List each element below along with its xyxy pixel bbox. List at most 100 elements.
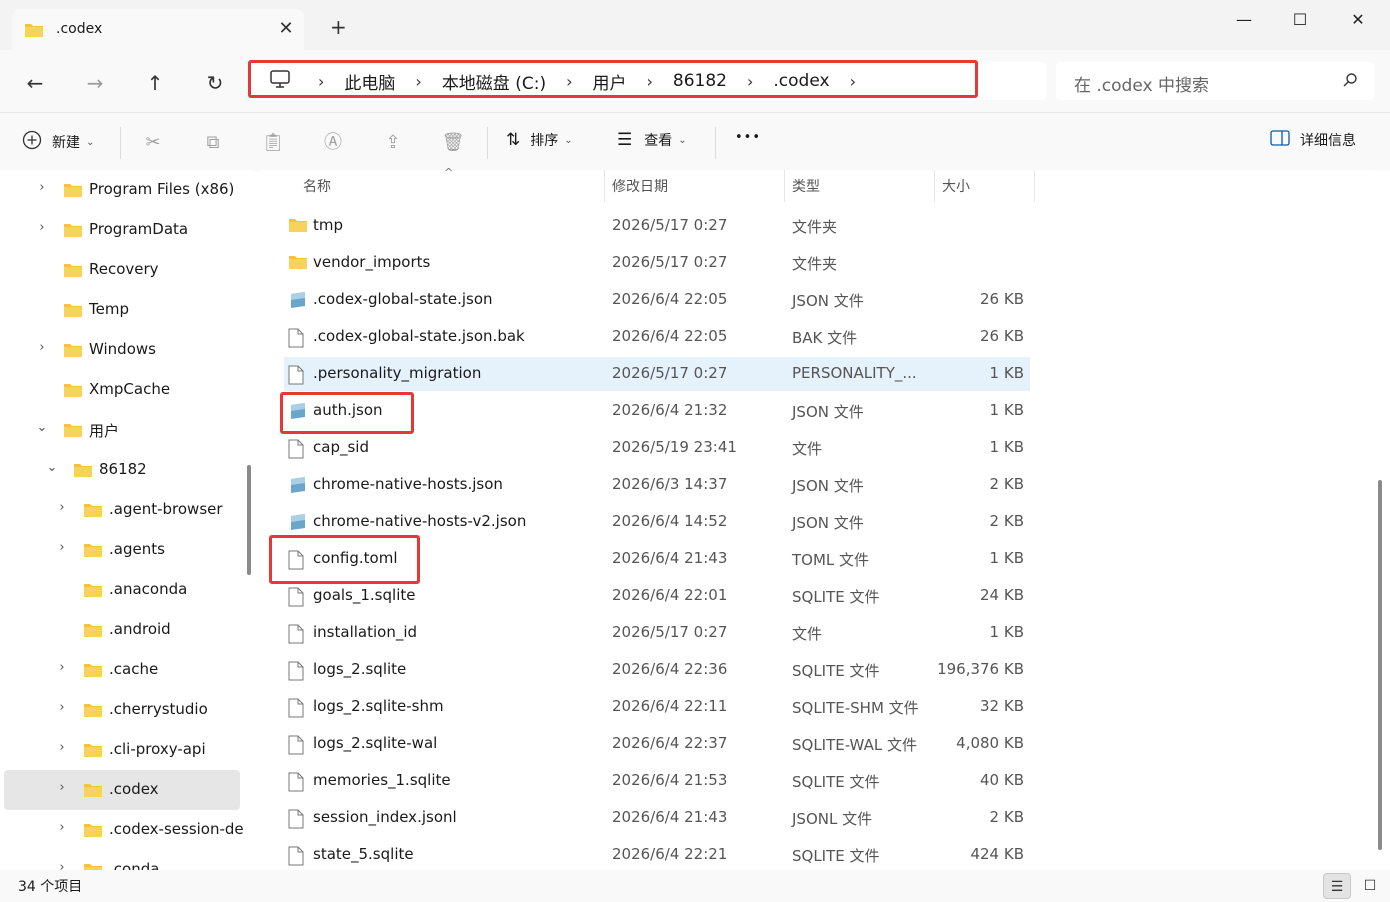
address-bar[interactable]: › 此电脑 › 本地磁盘 (C:) › 用户 › 86182 › .codex … <box>250 62 1046 100</box>
details-button[interactable]: 详细信息 <box>1270 130 1356 150</box>
sidebar-item[interactable]: .android <box>4 610 240 650</box>
sidebar-item[interactable]: XmpCache <box>4 370 240 410</box>
column-divider[interactable] <box>604 170 605 202</box>
file-row[interactable]: vendor_imports 2026/5/17 0:27 文件夹 <box>284 246 1030 280</box>
file-row[interactable]: goals_1.sqlite 2026/6/4 22:01 SQLITE 文件 24 … <box>284 579 1030 613</box>
sidebar-item[interactable]: › .agent-browser <box>4 490 240 530</box>
json-file-icon <box>288 291 308 313</box>
chevron-right-icon[interactable]: › <box>55 780 69 795</box>
copy-icon[interactable]: ⧉ <box>201 131 225 155</box>
new-tab-button[interactable]: + <box>330 17 347 37</box>
chevron-right-icon[interactable]: › <box>55 820 69 835</box>
chevron-right-icon[interactable]: › <box>304 72 338 91</box>
file-row[interactable]: chrome-native-hosts.json 2026/6/3 14:37 JS… <box>284 468 1030 502</box>
breadcrumb-users[interactable]: 用户 <box>587 69 633 94</box>
breadcrumb-codex[interactable]: .codex <box>767 71 835 91</box>
file-row[interactable]: config.toml 2026/6/4 21:43 TOML 文件 1 KB <box>284 542 1030 576</box>
file-row[interactable]: .codex-global-state.json.bak 2026/6/4 22:… <box>284 320 1030 354</box>
chevron-right-icon[interactable]: › <box>836 72 870 91</box>
column-header-date[interactable]: 修改日期 <box>612 176 668 196</box>
file-row[interactable]: logs_2.sqlite 2026/6/4 22:36 SQLITE 文件 196,… <box>284 653 1030 687</box>
minimize-button[interactable]: — <box>1224 6 1264 34</box>
chevron-right-icon[interactable]: › <box>55 860 69 870</box>
file-row[interactable]: tmp 2026/5/17 0:27 文件夹 <box>284 209 1030 243</box>
sidebar-item-label: 86182 <box>99 460 147 478</box>
tab-close-icon[interactable]: ✕ <box>276 18 296 39</box>
computer-icon[interactable] <box>270 69 290 93</box>
close-window-button[interactable]: ✕ <box>1338 6 1378 34</box>
file-row[interactable]: .personality_migration 2026/5/17 0:27 PERS… <box>284 357 1030 391</box>
paste-icon[interactable]: 📋︎ <box>261 131 285 155</box>
sidebar-item[interactable]: › .cache <box>4 650 240 690</box>
chevron-right-icon[interactable]: › <box>55 740 69 755</box>
sidebar-item[interactable]: › .conda <box>4 850 240 870</box>
cut-icon[interactable]: ✂ <box>141 131 165 155</box>
new-button[interactable]: 新建 ⌄ <box>22 130 94 154</box>
sidebar-item[interactable]: › .cherrystudio <box>4 690 240 730</box>
navigation-pane[interactable]: › Program Files (x86) › ProgramData Recovery… <box>0 170 250 870</box>
sidebar-item[interactable]: › .codex <box>4 770 240 810</box>
chevron-right-icon[interactable]: › <box>35 220 49 235</box>
sidebar-item[interactable]: › Windows <box>4 330 240 370</box>
file-row[interactable]: session_index.jsonl 2026/6/4 21:43 JSONL 文… <box>284 801 1030 835</box>
sidebar-item[interactable]: › .agents <box>4 530 240 570</box>
chevron-down-icon[interactable]: ⌄ <box>45 460 59 475</box>
share-icon[interactable]: ⇪ <box>381 131 405 155</box>
tab-codex[interactable]: .codex ✕ <box>12 9 304 50</box>
column-header-size[interactable]: 大小 <box>942 176 970 196</box>
large-icons-view-icon[interactable]: ☐ <box>1356 873 1384 899</box>
delete-icon[interactable]: 🗑︎ <box>441 131 465 155</box>
file-row[interactable]: memories_1.sqlite 2026/6/4 21:53 SQLITE 文件… <box>284 764 1030 798</box>
file-list-scrollbar[interactable] <box>1378 480 1382 850</box>
search-box[interactable]: 在 .codex 中搜索 <box>1056 62 1374 100</box>
file-row[interactable]: chrome-native-hosts-v2.json 2026/6/4 14:5… <box>284 505 1030 539</box>
view-button[interactable]: ☰ 查看 ⌄ <box>617 130 687 150</box>
column-divider[interactable] <box>784 170 785 202</box>
file-row[interactable]: logs_2.sqlite-shm 2026/6/4 22:11 SQLITE-SH… <box>284 690 1030 724</box>
file-row[interactable]: auth.json 2026/6/4 21:32 JSON 文件 1 KB <box>284 394 1030 428</box>
file-row[interactable]: logs_2.sqlite-wal 2026/6/4 22:37 SQLITE-WA… <box>284 727 1030 761</box>
chevron-right-icon[interactable]: › <box>55 500 69 515</box>
breadcrumb-local-disk[interactable]: 本地磁盘 (C:) <box>436 69 552 94</box>
chevron-right-icon[interactable]: › <box>633 72 667 91</box>
chevron-down-icon[interactable]: ⌄ <box>35 420 49 435</box>
chevron-right-icon[interactable]: › <box>401 72 435 91</box>
maximize-button[interactable]: ☐ <box>1280 6 1320 34</box>
breadcrumb-this-pc[interactable]: 此电脑 <box>338 69 401 94</box>
sidebar-item[interactable]: › Program Files (x86) <box>4 170 240 210</box>
forward-button[interactable]: → <box>80 68 110 98</box>
chevron-right-icon[interactable]: › <box>733 72 767 91</box>
chevron-right-icon[interactable]: › <box>35 180 49 195</box>
sort-button[interactable]: ⇅ 排序 ⌄ <box>506 130 573 150</box>
column-divider[interactable] <box>1034 170 1035 202</box>
column-divider[interactable] <box>934 170 935 202</box>
sidebar-item[interactable]: ⌄ 86182 <box>4 450 240 490</box>
more-options-button[interactable]: ••• <box>735 130 761 145</box>
chevron-right-icon[interactable]: › <box>55 540 69 555</box>
sidebar-scrollbar[interactable] <box>247 465 251 575</box>
chevron-right-icon[interactable]: › <box>55 700 69 715</box>
up-button[interactable]: ↑ <box>140 68 170 98</box>
rename-icon[interactable]: Ⓐ <box>321 131 345 155</box>
file-row[interactable]: state_5.sqlite 2026/6/4 22:21 SQLITE 文件 424… <box>284 838 1030 872</box>
file-row[interactable]: .codex-global-state.json 2026/6/4 22:05 JS… <box>284 283 1030 317</box>
search-icon[interactable] <box>1342 72 1358 92</box>
back-button[interactable]: ← <box>20 68 50 98</box>
chevron-right-icon[interactable]: › <box>35 340 49 355</box>
sidebar-item[interactable]: › ProgramData <box>4 210 240 250</box>
sidebar-item[interactable]: .anaconda <box>4 570 240 610</box>
chevron-right-icon[interactable]: › <box>552 72 586 91</box>
breadcrumb-user[interactable]: 86182 <box>667 71 733 91</box>
details-view-icon[interactable]: ☰ <box>1323 873 1351 899</box>
sidebar-item[interactable]: › .cli-proxy-api <box>4 730 240 770</box>
sidebar-item[interactable]: Temp <box>4 290 240 330</box>
refresh-button[interactable]: ↻ <box>200 68 230 98</box>
sidebar-item[interactable]: ⌄ 用户 <box>4 410 240 450</box>
sidebar-item[interactable]: › .codex-session-de <box>4 810 243 850</box>
file-row[interactable]: cap_sid 2026/5/19 23:41 文件 1 KB <box>284 431 1030 465</box>
sidebar-item[interactable]: Recovery <box>4 250 240 290</box>
column-header-type[interactable]: 类型 <box>792 176 820 196</box>
column-header-name[interactable]: 名称 <box>303 176 331 196</box>
file-row[interactable]: installation_id 2026/5/17 0:27 文件 1 KB <box>284 616 1030 650</box>
chevron-right-icon[interactable]: › <box>55 660 69 675</box>
